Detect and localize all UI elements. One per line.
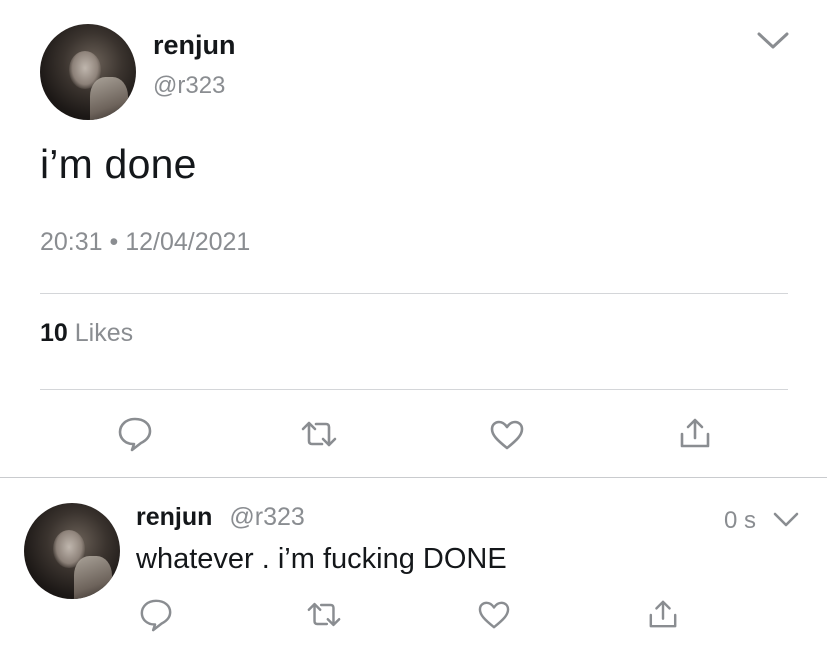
avatar[interactable] bbox=[24, 503, 120, 599]
avatar[interactable] bbox=[40, 24, 136, 120]
share-button[interactable] bbox=[679, 416, 711, 450]
display-name[interactable]: renjun bbox=[136, 503, 212, 531]
reply-icon bbox=[118, 417, 152, 452]
reply-header: renjun @r323 bbox=[136, 503, 305, 532]
reply-text: whatever . i’m fucking DONE bbox=[136, 543, 507, 575]
like-icon bbox=[478, 601, 510, 629]
retweet-icon bbox=[301, 421, 337, 447]
tweet-text: i’m done bbox=[40, 141, 197, 187]
tweet-options-button[interactable] bbox=[755, 28, 791, 52]
share-icon bbox=[680, 418, 710, 448]
divider bbox=[40, 293, 788, 294]
section-divider bbox=[0, 477, 827, 478]
retweet-button[interactable] bbox=[300, 420, 338, 448]
chevron-down-icon bbox=[757, 32, 789, 49]
reply-icon bbox=[140, 599, 172, 632]
like-button[interactable] bbox=[477, 600, 511, 630]
share-icon bbox=[649, 600, 677, 628]
divider bbox=[40, 389, 788, 390]
tweet-timestamp[interactable]: 20:31 • 12/04/2021 bbox=[40, 228, 250, 257]
reply-button[interactable] bbox=[117, 415, 153, 453]
chevron-down-icon bbox=[773, 512, 799, 527]
likes-stat[interactable]: 10 Likes bbox=[40, 319, 133, 348]
handle[interactable]: @r323 bbox=[153, 72, 225, 100]
retweet-button[interactable] bbox=[306, 601, 342, 628]
retweet-icon bbox=[307, 602, 341, 627]
display-name[interactable]: renjun bbox=[153, 30, 236, 61]
likes-count: 10 bbox=[40, 319, 68, 347]
like-icon bbox=[490, 420, 524, 450]
reply-button[interactable] bbox=[139, 597, 173, 633]
likes-label: Likes bbox=[74, 319, 134, 347]
share-button[interactable] bbox=[648, 598, 678, 630]
reply-time: 0 s bbox=[724, 507, 757, 534]
handle[interactable]: @r323 bbox=[229, 503, 304, 531]
like-button[interactable] bbox=[489, 419, 525, 451]
reply-options-button[interactable] bbox=[772, 509, 800, 531]
